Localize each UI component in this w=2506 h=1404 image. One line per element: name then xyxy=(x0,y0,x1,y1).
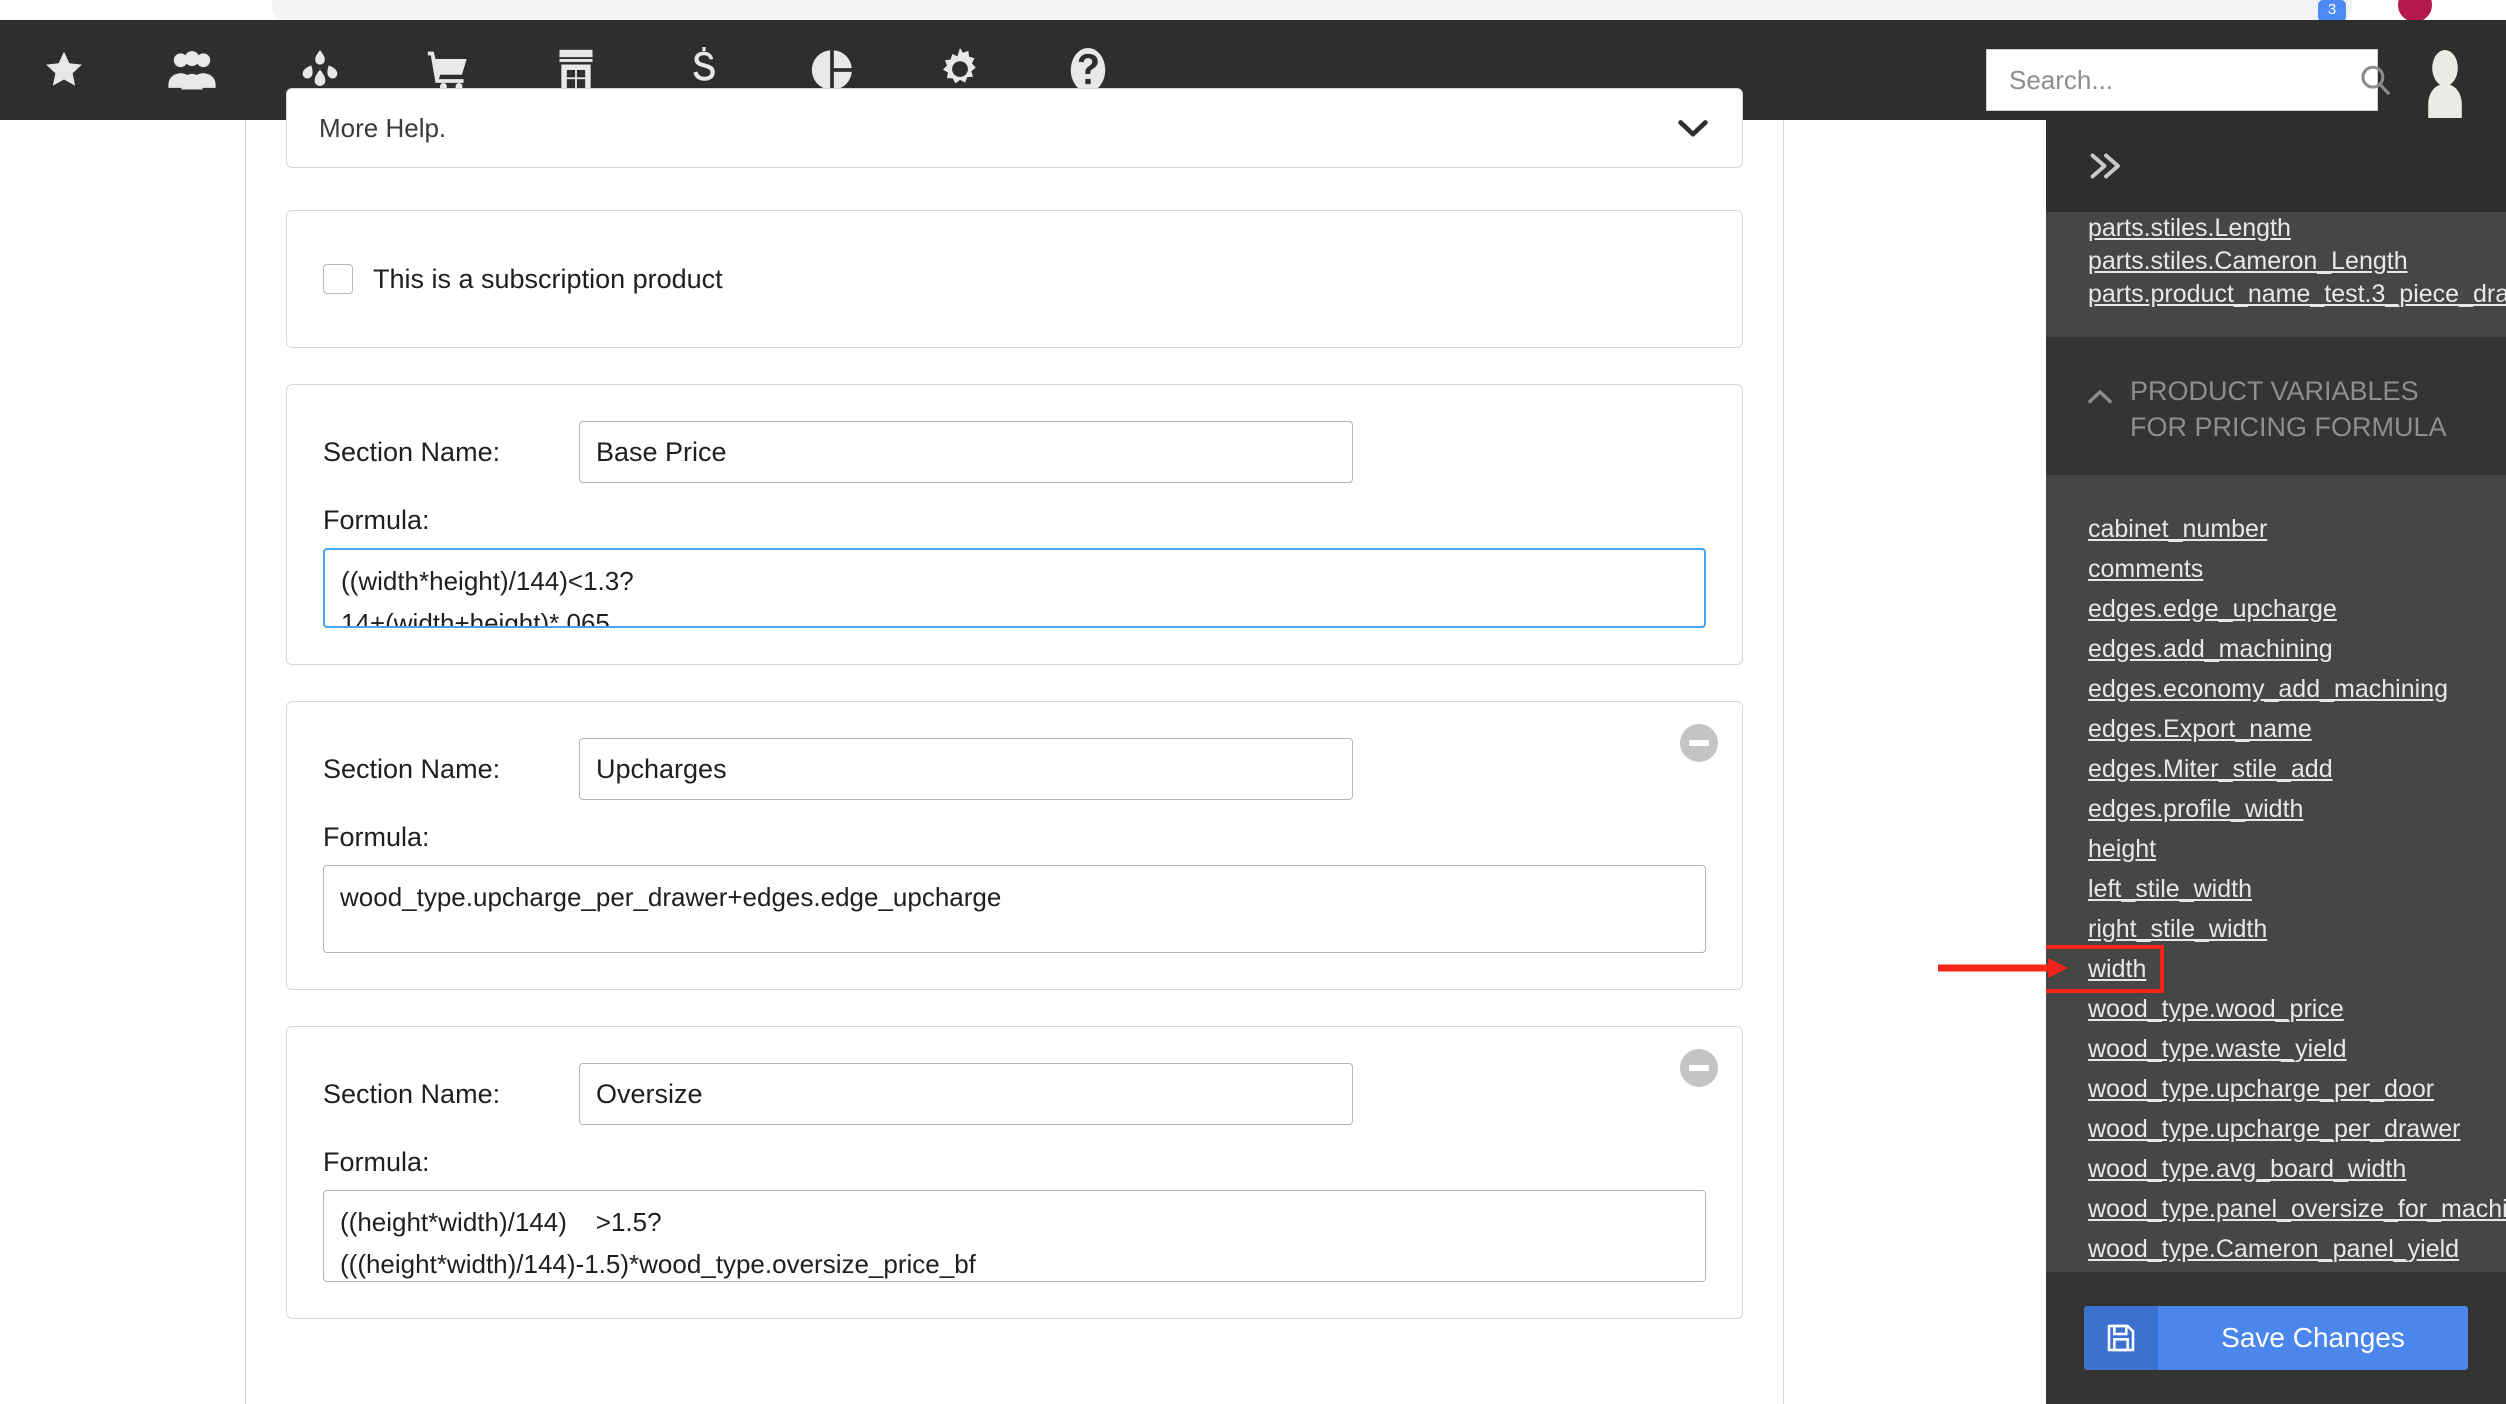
pricing-section-base-price: Section Name: Formula: xyxy=(286,384,1743,665)
main-content-column: More Help. This is a subscription produc… xyxy=(246,88,1783,1404)
sidebar-variable-list: cabinet_number comments edges.edge_upcha… xyxy=(2046,475,2506,1404)
users-icon[interactable] xyxy=(128,20,256,120)
formula-label: Formula: xyxy=(323,1147,430,1177)
sidebar-top-links: parts.stiles.Length parts.stiles.Cameron… xyxy=(2046,212,2506,337)
more-help-label: More Help. xyxy=(319,112,447,143)
star-icon[interactable] xyxy=(0,20,128,120)
section-name-label: Section Name: xyxy=(323,1078,501,1109)
browser-profile-avatar[interactable] xyxy=(2398,0,2432,22)
remove-section-icon[interactable] xyxy=(1680,724,1718,762)
sidebar-link[interactable]: parts.product_name_test.3_piece_drawer xyxy=(2046,278,2506,311)
subscription-label: This is a subscription product xyxy=(373,263,723,294)
section-name-row: Section Name: xyxy=(323,1063,1706,1125)
chevron-down-icon[interactable] xyxy=(1676,117,1710,139)
subscription-checkbox-row[interactable]: This is a subscription product xyxy=(323,264,723,295)
sidebar-footer: Save Changes xyxy=(2046,1272,2506,1404)
variable-item[interactable]: wood_type.waste_yield xyxy=(2046,1029,2506,1069)
save-changes-label: Save Changes xyxy=(2158,1306,2468,1370)
variable-item[interactable]: wood_type.wood_price xyxy=(2046,989,2506,1029)
variable-item[interactable]: cabinet_number xyxy=(2046,509,2506,549)
section-name-label: Section Name: xyxy=(323,436,501,467)
floppy-disk-icon xyxy=(2084,1306,2158,1370)
sidebar-link[interactable]: parts.stiles.Length xyxy=(2046,212,2506,245)
formula-label: Formula: xyxy=(323,822,430,852)
user-avatar[interactable] xyxy=(2406,42,2484,118)
remove-section-icon[interactable] xyxy=(1680,1049,1718,1087)
variable-item[interactable]: wood_type.Cameron_panel_yield xyxy=(2046,1229,2506,1269)
save-changes-button[interactable]: Save Changes xyxy=(2084,1306,2468,1370)
variable-item[interactable]: edges.profile_width xyxy=(2046,789,2506,829)
variable-item[interactable]: edges.add_machining xyxy=(2046,629,2506,669)
variable-item[interactable]: edges.Export_name xyxy=(2046,709,2506,749)
pricing-section-upcharges: Section Name: Formula: xyxy=(286,701,1743,990)
variable-item[interactable]: edges.Miter_stile_add xyxy=(2046,749,2506,789)
section-name-row: Section Name: xyxy=(323,738,1706,800)
variable-item[interactable]: left_stile_width xyxy=(2046,869,2506,909)
app-root: 3 Search... More Help. This is a subscri… xyxy=(0,0,2506,1404)
variable-item[interactable]: wood_type.upcharge_per_drawer xyxy=(2046,1109,2506,1149)
variable-item[interactable]: comments xyxy=(2046,549,2506,589)
variables-sidebar: parts.stiles.Length parts.stiles.Cameron… xyxy=(2046,120,2506,1404)
variable-item[interactable]: edges.economy_add_machining xyxy=(2046,669,2506,709)
formula-label: Formula: xyxy=(323,505,430,535)
sidebar-toggle-bar xyxy=(2046,120,2506,212)
variable-item[interactable]: wood_type.avg_board_width xyxy=(2046,1149,2506,1189)
browser-omnibox[interactable] xyxy=(272,0,2352,22)
sidebar-group-title: PRODUCT VARIABLES FOR PRICING FORMULA xyxy=(2130,376,2447,442)
subscription-checkbox[interactable] xyxy=(323,264,353,294)
formula-textarea[interactable] xyxy=(323,1190,1706,1282)
subscription-panel: This is a subscription product xyxy=(286,210,1743,348)
chevron-up-icon[interactable] xyxy=(2086,379,2114,415)
formula-textarea[interactable] xyxy=(323,865,1706,953)
variable-item[interactable]: right_stile_width xyxy=(2046,909,2506,949)
section-name-input[interactable] xyxy=(579,738,1353,800)
variable-item[interactable]: wood_type.upcharge_per_door xyxy=(2046,1069,2506,1109)
section-name-input[interactable] xyxy=(579,421,1353,483)
variable-item[interactable]: edges.edge_upcharge xyxy=(2046,589,2506,629)
left-rail xyxy=(0,120,246,1404)
content-divider xyxy=(1783,120,1784,1404)
formula-textarea[interactable] xyxy=(323,548,1706,628)
section-name-row: Section Name: xyxy=(323,421,1706,483)
sidebar-group-header[interactable]: PRODUCT VARIABLES FOR PRICING FORMULA xyxy=(2046,337,2506,475)
section-name-input[interactable] xyxy=(579,1063,1353,1125)
sidebar-link[interactable]: parts.stiles.Cameron_Length xyxy=(2046,245,2506,278)
pricing-section-oversize: Section Name: Formula: xyxy=(286,1026,1743,1319)
variable-item-width[interactable]: width xyxy=(2046,945,2165,993)
chevron-double-right-icon[interactable] xyxy=(2086,151,2126,181)
variable-item[interactable]: wood_type.panel_oversize_for_machine xyxy=(2046,1189,2506,1229)
search-input[interactable] xyxy=(1987,64,2358,96)
search-box[interactable] xyxy=(1986,49,2391,111)
variable-item[interactable]: height xyxy=(2046,829,2506,869)
more-help-panel[interactable]: More Help. xyxy=(286,88,1743,168)
section-name-label: Section Name: xyxy=(323,753,501,784)
browser-extension-badge[interactable]: 3 xyxy=(2318,0,2346,22)
